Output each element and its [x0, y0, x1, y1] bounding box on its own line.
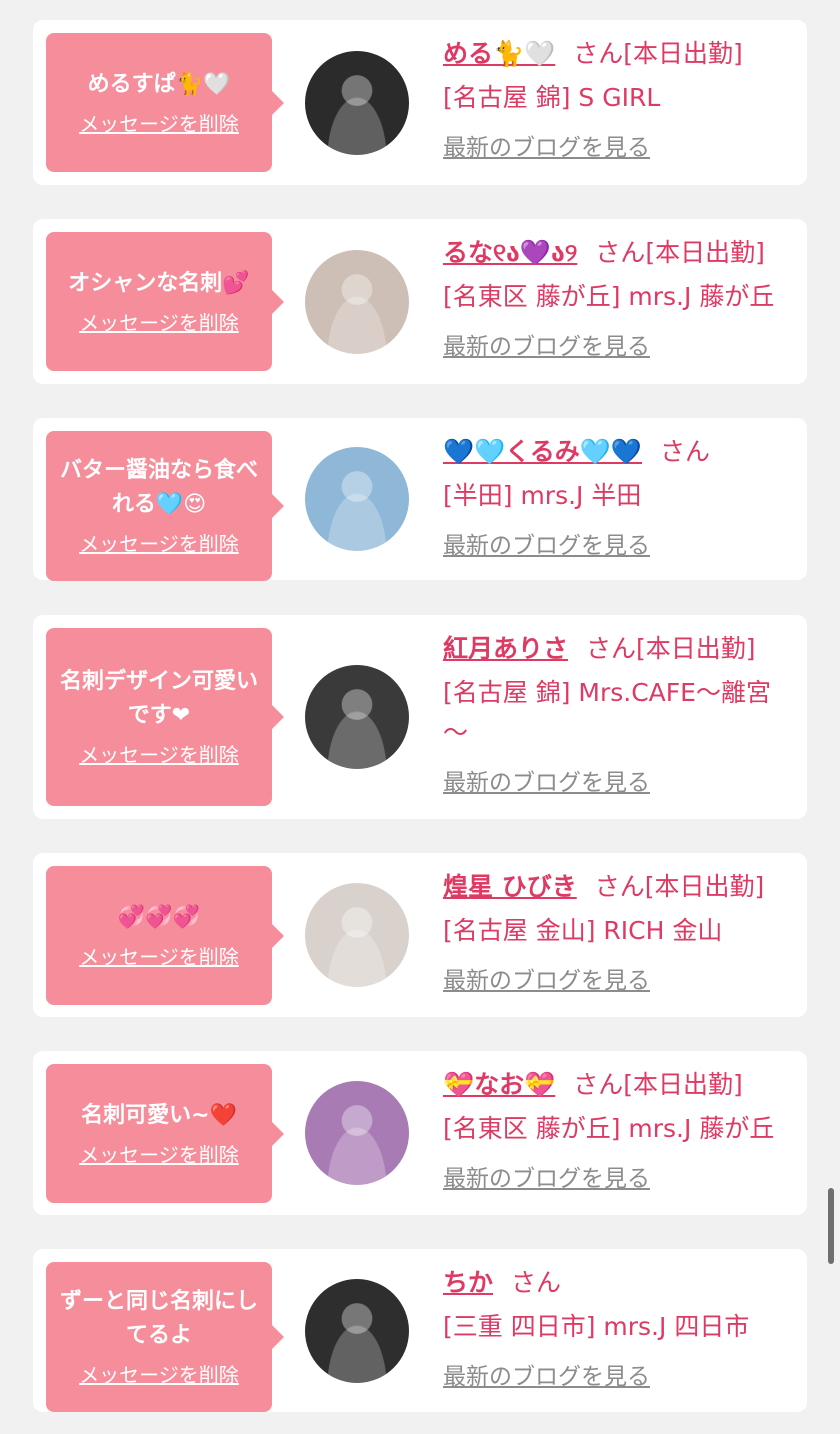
message-bubble: めるすぱ🐈🤍 メッセージを削除	[46, 33, 284, 172]
avatar[interactable]	[305, 883, 409, 987]
delete-message-link[interactable]: メッセージを削除	[79, 1141, 239, 1169]
name-line: 💙🩵くるみ🩵💙 さん	[443, 432, 793, 472]
delete-message-link[interactable]: メッセージを削除	[79, 943, 239, 971]
shop-location: [三重 四日市] mrs.J 四日市	[443, 1312, 750, 1341]
honorific-suffix: さん	[594, 872, 645, 901]
message-bubble: バター醤油なら食べれる🩵😍 メッセージを削除	[46, 431, 284, 581]
delete-message-link[interactable]: メッセージを削除	[79, 110, 239, 138]
message-bubble: オシャンな名刺💕 メッセージを削除	[46, 232, 284, 371]
message-card: 名刺デザイン可愛いです❤ メッセージを削除 紅月ありさ さん[本日出勤] [名古屋 錦]…	[33, 615, 807, 819]
message-text: 名刺可愛い~❤️	[81, 1102, 237, 1128]
work-status: [本日出勤]	[623, 1070, 743, 1099]
latest-blog-link[interactable]: 最新のブログを見る	[443, 1163, 650, 1195]
profile-info: 💝なお💝 さん[本日出勤] [名東区 藤が丘] mrs.J 藤が丘 最新のブログを見る	[443, 1065, 793, 1195]
message-bubble: 名刺可愛い~❤️ メッセージを削除	[46, 1064, 284, 1203]
message-text: オシャンな名刺💕	[68, 270, 250, 296]
message-text: バター醤油なら食べれる🩵😍	[59, 458, 258, 517]
message-bubble: 💞💞💞 メッセージを削除	[46, 866, 284, 1005]
profile-name-link[interactable]: るな୧ა💜ა୨	[443, 238, 577, 267]
message-text: ずーと同じ名刺にしてるよ	[59, 1289, 258, 1348]
honorific-suffix: さん	[511, 1268, 562, 1297]
profile-info: 💙🩵くるみ🩵💙 さん [半田] mrs.J 半田 最新のブログを見る	[443, 432, 793, 562]
latest-blog-link[interactable]: 最新のブログを見る	[443, 132, 650, 164]
profile-name-link[interactable]: 紅月ありさ	[443, 634, 568, 663]
profile-info: 紅月ありさ さん[本日出勤] [名古屋 錦] Mrs.CAFE～離宮～ 最新のブログを…	[443, 629, 793, 799]
work-status: [本日出勤]	[645, 238, 765, 267]
shop-location: [半田] mrs.J 半田	[443, 481, 642, 510]
scrollbar[interactable]	[828, 1188, 834, 1264]
message-text: めるすぱ🐈🤍	[87, 71, 231, 97]
profile-name-link[interactable]: 💝なお💝	[443, 1070, 555, 1099]
profile-name-link[interactable]: める🐈🤍	[443, 39, 555, 68]
honorific-suffix: さん	[573, 39, 624, 68]
message-card: バター醤油なら食べれる🩵😍 メッセージを削除 💙🩵くるみ🩵💙 さん [半田] mrs.J…	[33, 418, 807, 581]
name-line: るな୧ა💜ა୨ さん[本日出勤]	[443, 233, 793, 273]
delete-message-link[interactable]: メッセージを削除	[79, 1361, 239, 1389]
avatar[interactable]	[305, 1279, 409, 1383]
profile-name-link[interactable]: ちか	[443, 1268, 493, 1297]
latest-blog-link[interactable]: 最新のブログを見る	[443, 530, 650, 562]
message-text: 💞💞💞	[117, 904, 201, 930]
shop-location: [名東区 藤が丘] mrs.J 藤が丘	[443, 1114, 775, 1143]
message-card: 名刺可愛い~❤️ メッセージを削除 💝なお💝 さん[本日出勤] [名東区 藤が丘] mr…	[33, 1051, 807, 1215]
work-status: [本日出勤]	[644, 872, 765, 901]
delete-message-link[interactable]: メッセージを削除	[79, 530, 239, 558]
profile-info: ちか さん [三重 四日市] mrs.J 四日市 最新のブログを見る	[443, 1263, 793, 1393]
message-card: オシャンな名刺💕 メッセージを削除 るな୧ა💜ა୨ さん[本日出勤] [名東区 藤が丘]…	[33, 219, 807, 384]
name-line: 💝なお💝 さん[本日出勤]	[443, 1065, 793, 1105]
shop-location: [名古屋 錦] Mrs.CAFE～離宮～	[443, 678, 771, 747]
profile-info: 煌星 ひびき さん[本日出勤] [名古屋 金山] RICH 金山 最新のブログを見る	[443, 867, 793, 997]
latest-blog-link[interactable]: 最新のブログを見る	[443, 965, 650, 997]
avatar[interactable]	[305, 665, 409, 769]
shop-location: [名東区 藤が丘] mrs.J 藤が丘	[443, 282, 775, 311]
message-card: ずーと同じ名刺にしてるよメッセージを削除 ちか さん [三重 四日市] mrs.J 四…	[33, 1249, 807, 1412]
shop-location: [名古屋 錦] S GIRL	[443, 83, 661, 112]
profile-info: める🐈🤍 さん[本日出勤] [名古屋 錦] S GIRL 最新のブログを見る	[443, 34, 793, 164]
avatar[interactable]	[305, 51, 409, 155]
profile-name-link[interactable]: 💙🩵くるみ🩵💙	[443, 437, 642, 466]
message-bubble: ずーと同じ名刺にしてるよメッセージを削除	[46, 1262, 284, 1412]
avatar[interactable]	[305, 250, 409, 354]
work-status: [本日出勤]	[623, 39, 743, 68]
message-card: めるすぱ🐈🤍 メッセージを削除 める🐈🤍 さん[本日出勤] [名古屋 錦] S GIRL…	[33, 20, 807, 185]
latest-blog-link[interactable]: 最新のブログを見る	[443, 331, 650, 363]
latest-blog-link[interactable]: 最新のブログを見る	[443, 767, 650, 799]
name-line: 紅月ありさ さん[本日出勤]	[443, 629, 793, 669]
latest-blog-link[interactable]: 最新のブログを見る	[443, 1361, 650, 1393]
name-line: める🐈🤍 さん[本日出勤]	[443, 34, 793, 74]
honorific-suffix: さん	[595, 238, 646, 267]
name-line: 煌星 ひびき さん[本日出勤]	[443, 867, 793, 907]
honorific-suffix: さん	[660, 437, 711, 466]
profile-info: るな୧ა💜ა୨ さん[本日出勤] [名東区 藤が丘] mrs.J 藤が丘 最新のブログ…	[443, 233, 793, 363]
delete-message-link[interactable]: メッセージを削除	[79, 309, 239, 337]
delete-message-link[interactable]: メッセージを削除	[79, 741, 239, 769]
message-text: 名刺デザイン可愛いです❤	[59, 669, 258, 728]
honorific-suffix: さん	[586, 634, 637, 663]
avatar[interactable]	[305, 447, 409, 551]
profile-name-link[interactable]: 煌星 ひびき	[443, 872, 577, 901]
message-bubble: 名刺デザイン可愛いです❤ メッセージを削除	[46, 628, 284, 806]
work-status: [本日出勤]	[636, 634, 756, 663]
name-line: ちか さん	[443, 1263, 793, 1303]
avatar[interactable]	[305, 1081, 409, 1185]
message-card: 💞💞💞 メッセージを削除 煌星 ひびき さん[本日出勤] [名古屋 金山] RICH 金…	[33, 853, 807, 1017]
shop-location: [名古屋 金山] RICH 金山	[443, 916, 723, 945]
honorific-suffix: さん	[573, 1070, 624, 1099]
